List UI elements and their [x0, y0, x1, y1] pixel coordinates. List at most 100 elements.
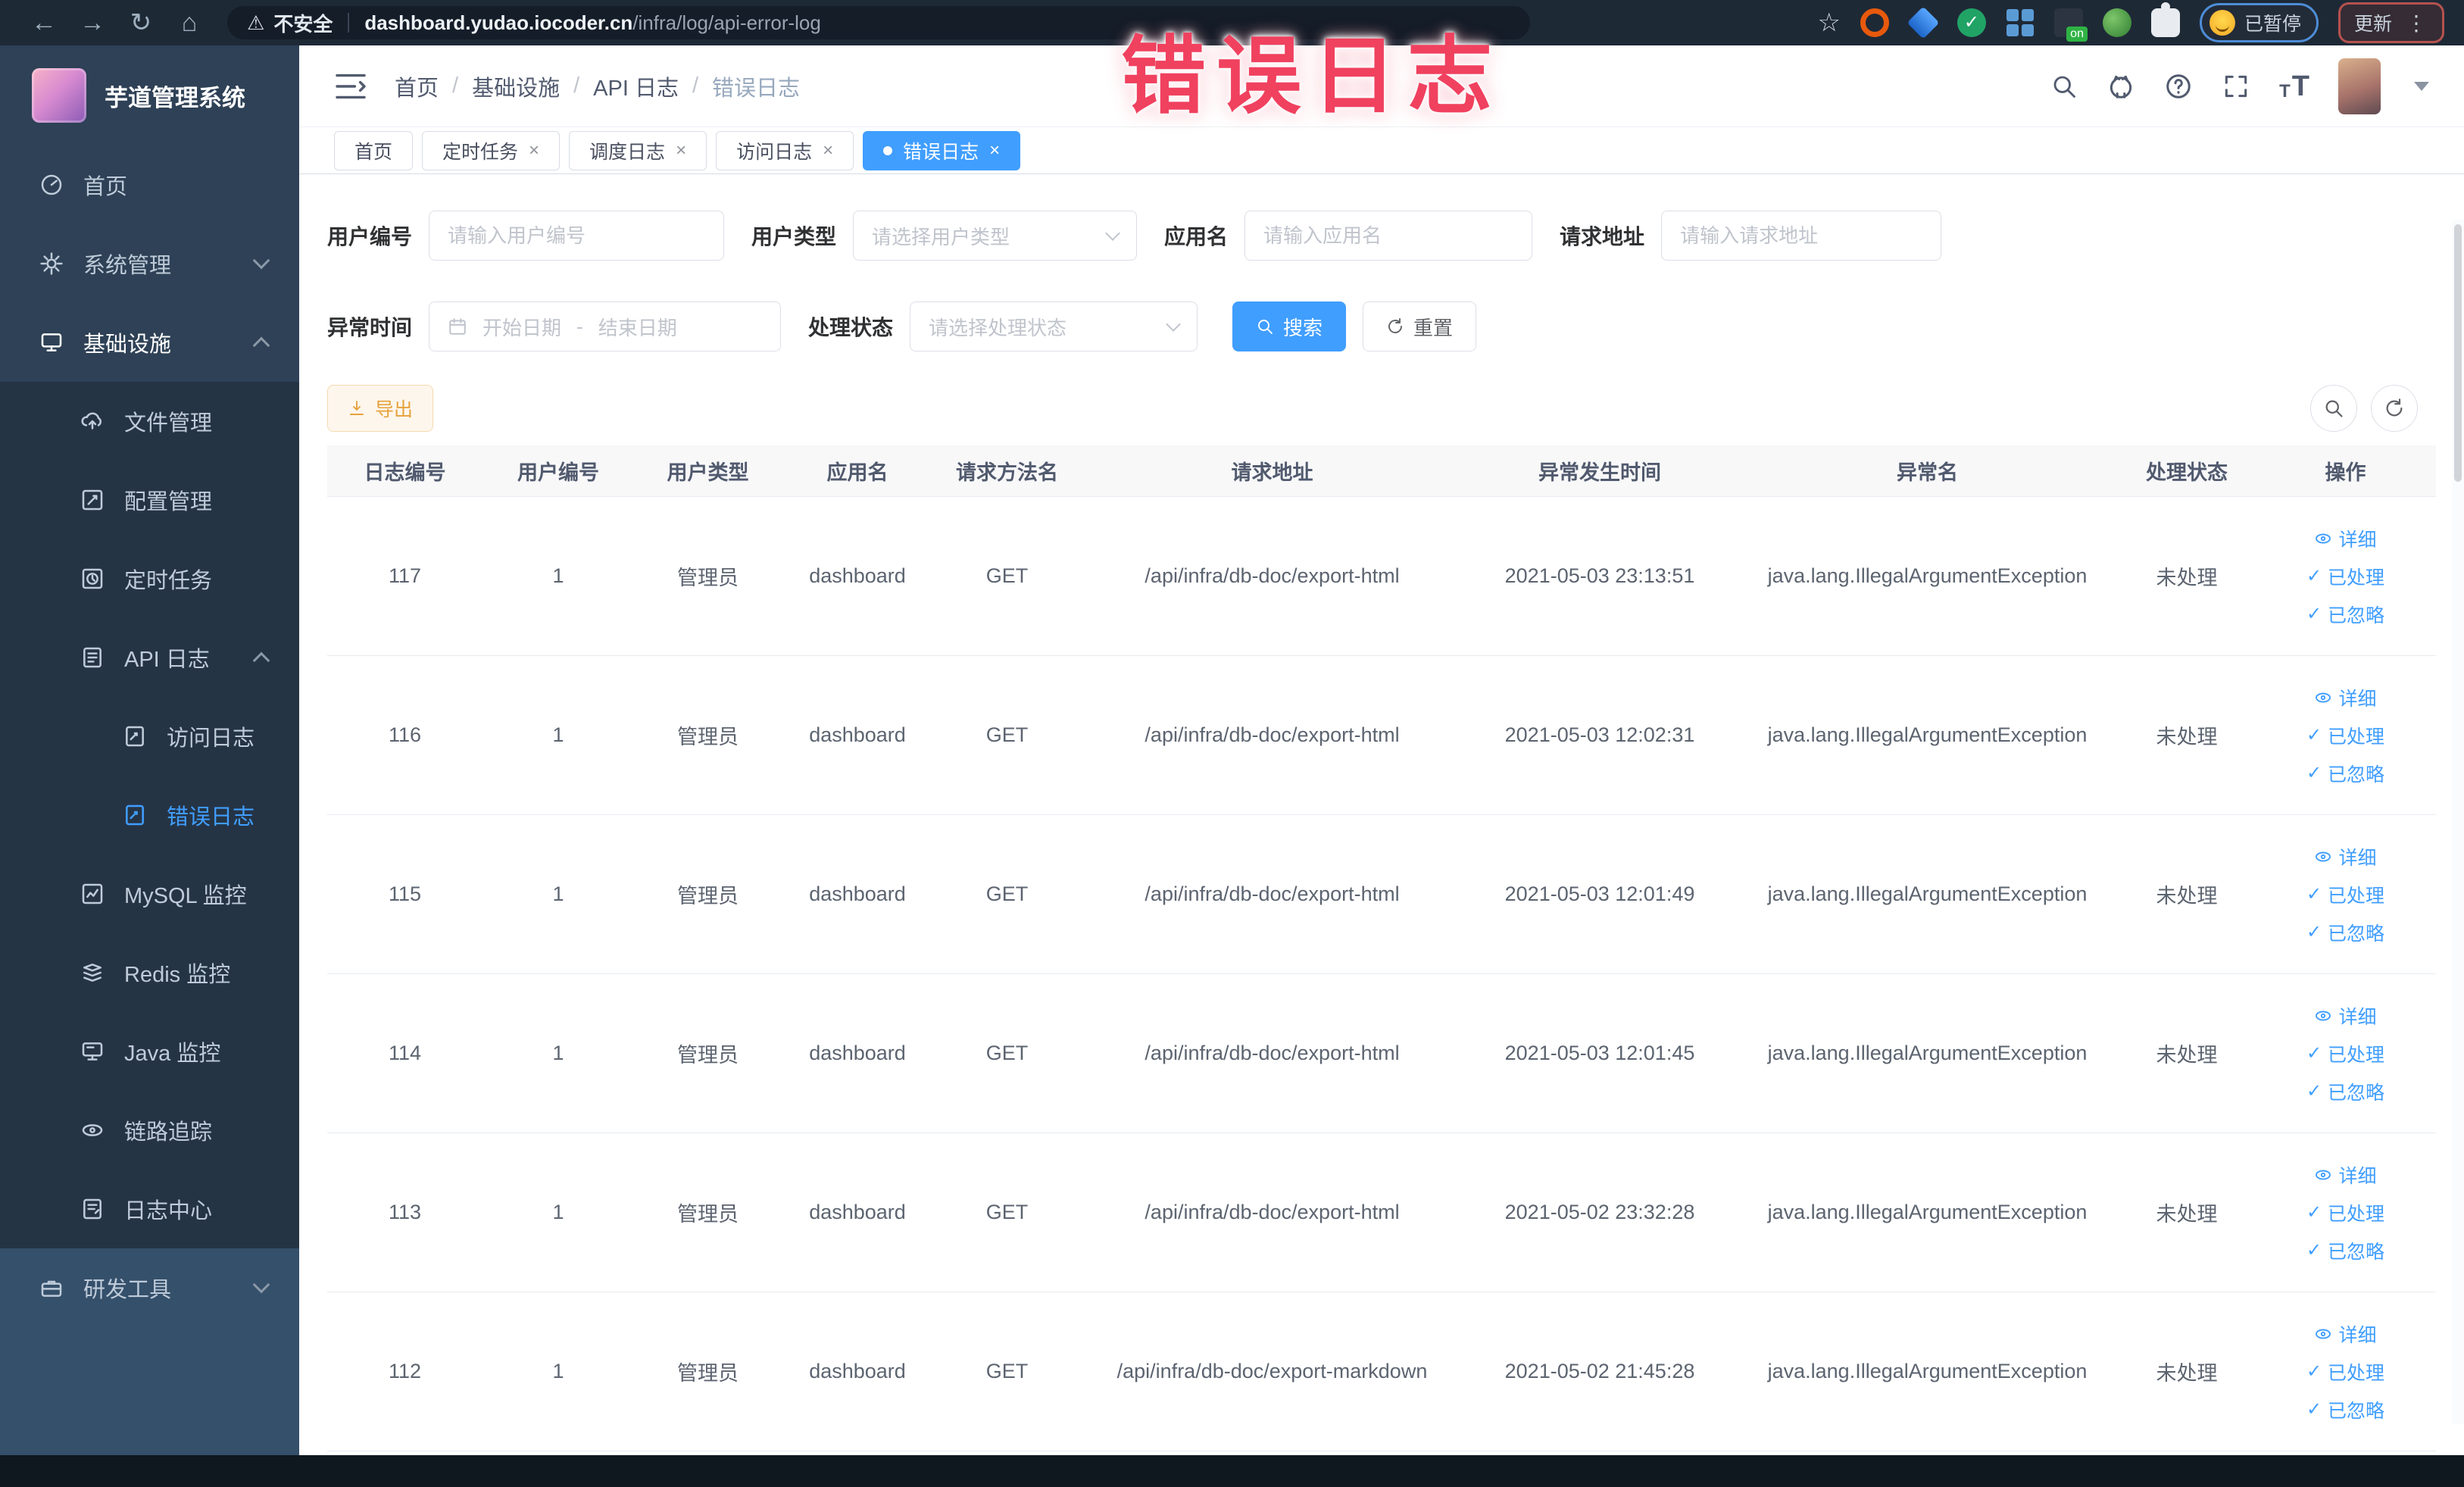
start-date-placeholder[interactable]: 开始日期 [482, 313, 561, 341]
browser-back-icon[interactable]: ← [20, 8, 68, 38]
scrollbar-thumb[interactable] [2454, 224, 2462, 482]
search-toggle-button[interactable] [2310, 385, 2357, 432]
user-avatar[interactable] [2338, 58, 2381, 114]
sidebar-item-java-monitor[interactable]: Java 监控 [0, 1012, 299, 1091]
sidebar-item-file-management[interactable]: 文件管理 [0, 382, 299, 461]
access-log-icon [126, 726, 144, 747]
emoji-face-icon [2209, 10, 2235, 36]
action-ignored-link[interactable]: ✓ 已忽略 [2306, 760, 2384, 787]
browser-menu-icon[interactable]: ⋮ [2406, 11, 2428, 36]
check-icon: ✓ [2306, 1081, 2322, 1101]
request-url-input[interactable] [1661, 211, 1942, 261]
action-processed-link[interactable]: ✓ 已处理 [2306, 1199, 2384, 1226]
action-ignored-link[interactable]: ✓ 已忽略 [2306, 601, 2384, 628]
sidebar-item-scheduled-tasks[interactable]: 定时任务 [0, 539, 299, 618]
table-cell: 管理员 [677, 1362, 739, 1385]
action-processed-link[interactable]: ✓ 已处理 [2306, 1040, 2384, 1067]
sidebar-item-api-log[interactable]: API 日志 [0, 618, 299, 697]
extension-icon-6[interactable] [2102, 8, 2131, 37]
paused-badge[interactable]: 已暂停 [2199, 3, 2319, 42]
browser-reload-icon[interactable]: ↻ [117, 8, 165, 38]
table-cell: 114 [388, 1042, 422, 1064]
tab-scheduled-tasks[interactable]: 定时任务 × [422, 130, 561, 170]
action-detail-link[interactable]: 详细 [2314, 1161, 2377, 1189]
exception-time-range-picker[interactable]: 开始日期 - 结束日期 [429, 301, 782, 351]
extension-icon-4[interactable] [2006, 8, 2035, 37]
user-type-select[interactable]: 请选择用户类型 [853, 211, 1138, 261]
action-ignored-link[interactable]: ✓ 已忽略 [2306, 1078, 2384, 1105]
action-processed-link[interactable]: ✓ 已处理 [2306, 563, 2384, 590]
sidebar-item-trace[interactable]: 链路追踪 [0, 1091, 299, 1170]
bookmark-star-icon[interactable]: ☆ [1817, 8, 1840, 38]
table-row: 114 1 管理员 dashboard GET/api/infra/db-doc/exp… [327, 974, 2436, 1133]
table-cell: /api/infra/db-doc/export-markdown [1116, 1360, 1428, 1382]
extension-icon-5[interactable] [2053, 8, 2088, 42]
help-icon[interactable] [2164, 72, 2193, 101]
sidebar-item-redis-monitor[interactable]: Redis 监控 [0, 933, 299, 1012]
table-cell: /api/infra/db-doc/export-html [1145, 564, 1400, 587]
browser-forward-icon[interactable]: → [68, 8, 117, 38]
action-processed-link[interactable]: ✓ 已处理 [2306, 881, 2384, 908]
main-area: 首页 / 基础设施 / API 日志 / 错误日志 TT 首页 定时任务 × 调度日志 ×… [299, 45, 2464, 1455]
col-user-type: 用户类型 [667, 461, 749, 484]
extension-icon-1[interactable] [1860, 8, 1889, 37]
sidebar-item-log-center[interactable]: 日志中心 [0, 1170, 299, 1248]
end-date-placeholder[interactable]: 结束日期 [598, 313, 677, 341]
search-icon[interactable] [2050, 73, 2078, 100]
font-size-icon[interactable]: TT [2279, 72, 2309, 101]
github-icon[interactable] [2106, 72, 2135, 101]
reset-button[interactable]: 重置 [1363, 301, 1477, 351]
close-icon[interactable]: × [529, 140, 539, 161]
action-ignored-link[interactable]: ✓ 已忽略 [2306, 919, 2384, 946]
security-label[interactable]: 不安全 [273, 9, 333, 37]
avatar-caret-icon[interactable] [2414, 81, 2429, 91]
action-ignored-link[interactable]: ✓ 已忽略 [2306, 1237, 2384, 1264]
address-bar[interactable]: ⚠ 不安全 dashboard.yudao.iocoder.cn /infra/… [227, 6, 1530, 39]
action-detail-link[interactable]: 详细 [2314, 1320, 2377, 1348]
app-name-input[interactable] [1244, 211, 1533, 261]
tab-schedule-log[interactable]: 调度日志 × [569, 130, 707, 170]
search-button[interactable]: 搜索 [1232, 301, 1347, 351]
sidebar-item-access-log[interactable]: 访问日志 [0, 697, 299, 776]
sidebar-logo[interactable]: 芋道管理系统 [0, 45, 299, 145]
hamburger-icon[interactable] [334, 73, 367, 100]
tab-error-log[interactable]: 错误日志 × [863, 130, 1021, 170]
action-ignored-link[interactable]: ✓ 已忽略 [2306, 1396, 2384, 1423]
breadcrumb-api-log[interactable]: API 日志 [593, 70, 679, 102]
sidebar-item-mysql-monitor[interactable]: MySQL 监控 [0, 854, 299, 933]
browser-home-icon[interactable]: ⌂ [165, 8, 214, 38]
close-icon[interactable]: × [676, 140, 686, 161]
action-processed-link[interactable]: ✓ 已处理 [2306, 1358, 2384, 1385]
action-processed-link[interactable]: ✓ 已处理 [2306, 722, 2384, 749]
extension-icon-3[interactable]: ✓ [1957, 8, 1986, 37]
extension-icon-2[interactable] [1907, 6, 1940, 39]
sidebar-item-error-log[interactable]: 错误日志 [0, 776, 299, 854]
sidebar-item-infrastructure[interactable]: 基础设施 [0, 303, 299, 382]
close-icon[interactable]: × [823, 140, 833, 161]
table-cell: 116 [388, 723, 422, 746]
sidebar-item-dev-tools[interactable]: 研发工具 [0, 1248, 299, 1327]
error-log-table: 日志编号 用户编号 用户类型 应用名 请求方法名 请求地址 异常发生时间 异常名… [327, 445, 2436, 1451]
security-warning-icon: ⚠ [247, 11, 265, 34]
sidebar-item-home[interactable]: 首页 [0, 145, 299, 224]
refresh-button[interactable] [2371, 385, 2418, 432]
sidebar-item-system-management[interactable]: 系统管理 [0, 224, 299, 303]
extensions-puzzle-icon[interactable] [2150, 2, 2180, 37]
tab-access-log[interactable]: 访问日志 × [716, 130, 854, 170]
user-id-input[interactable] [429, 211, 725, 261]
breadcrumb-infrastructure[interactable]: 基础设施 [472, 70, 560, 102]
export-button[interactable]: 导出 [327, 385, 434, 432]
browser-update-button[interactable]: 更新 ⋮ [2338, 2, 2444, 43]
fullscreen-icon[interactable] [2222, 72, 2250, 101]
sidebar-item-config-management[interactable]: 配置管理 [0, 461, 299, 539]
process-status-select[interactable]: 请选择处理状态 [910, 301, 1198, 351]
action-detail-link[interactable]: 详细 [2314, 684, 2377, 711]
action-detail-link[interactable]: 详细 [2314, 1002, 2377, 1029]
close-icon[interactable]: × [989, 140, 1000, 161]
breadcrumb-home[interactable]: 首页 [395, 70, 439, 102]
tab-home[interactable]: 首页 [334, 130, 414, 170]
scrollbar[interactable] [2452, 220, 2464, 1424]
java-monitor-icon [82, 1042, 103, 1061]
action-detail-link[interactable]: 详细 [2314, 525, 2377, 552]
action-detail-link[interactable]: 详细 [2314, 843, 2377, 870]
